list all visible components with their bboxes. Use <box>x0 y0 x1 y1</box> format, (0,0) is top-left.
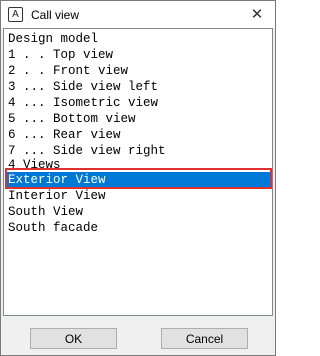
ok-button[interactable]: OK <box>30 328 117 349</box>
list-item-south-facade[interactable]: South facade <box>6 220 270 236</box>
app-icon: A <box>8 7 23 22</box>
title-bar: A Call view ✕ <box>1 1 275 28</box>
view-list[interactable]: Design model 1 . . Top view 2 . . Front … <box>3 28 273 316</box>
list-item-design-model[interactable]: Design model <box>6 31 270 47</box>
list-item-isometric-view[interactable]: 4 ... Isometric view <box>6 95 270 111</box>
list-item-front-view[interactable]: 2 . . Front view <box>6 63 270 79</box>
list-item-side-view-left[interactable]: 3 ... Side view left <box>6 79 270 95</box>
list-item-interior-view[interactable]: Interior View <box>6 188 270 204</box>
dialog-title: Call view <box>31 7 80 22</box>
list-item-rear-view[interactable]: 6 ... Rear view <box>6 127 270 143</box>
call-view-dialog: A Call view ✕ Design model 1 . . Top vie… <box>0 0 276 356</box>
cancel-button[interactable]: Cancel <box>161 328 248 349</box>
list-item-4-views[interactable]: 4 Views <box>6 157 270 173</box>
list-item-bottom-view[interactable]: 5 ... Bottom view <box>6 111 270 127</box>
list-item-south-view[interactable]: South View <box>6 204 270 220</box>
list-item-exterior-view[interactable]: Exterior View <box>6 172 270 188</box>
list-item-top-view[interactable]: 1 . . Top view <box>6 47 270 63</box>
close-icon[interactable]: ✕ <box>249 5 265 23</box>
app-icon-glyph: A <box>12 8 19 20</box>
